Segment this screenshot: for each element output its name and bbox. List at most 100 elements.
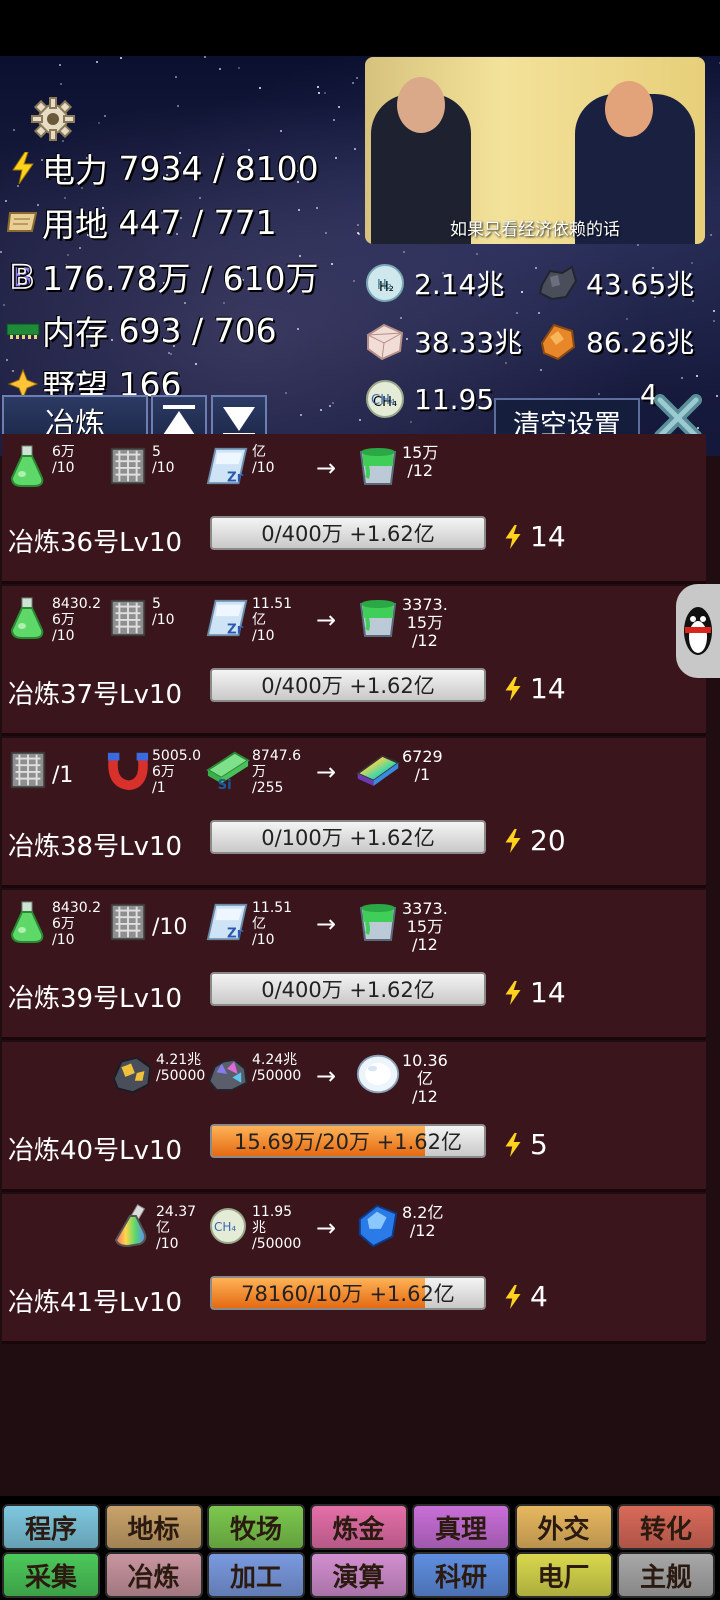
progress-text: 0/400万 +1.62亿 bbox=[261, 978, 435, 1002]
star-dot bbox=[353, 280, 356, 283]
star-dot bbox=[218, 67, 221, 70]
quantity-line: 3373. bbox=[402, 595, 448, 614]
hydrogen-icon: H₂ bbox=[364, 262, 406, 304]
quantity-line: 11.51 bbox=[252, 900, 293, 916]
ingredient-quantity: 4.24兆/50000 bbox=[252, 1052, 301, 1084]
star-dot bbox=[354, 147, 357, 150]
quantity-line: 亿 bbox=[252, 916, 266, 932]
output-quantity: 10.36 亿/12 bbox=[402, 1052, 448, 1106]
star-dot bbox=[636, 244, 639, 247]
smelter-card[interactable]: 24.37 亿/10 CH₄ 11.95 兆/50000 → 8.2亿/12 冶炼41号Lv1… bbox=[2, 1194, 706, 1344]
quantity-line: 亿 bbox=[252, 612, 266, 628]
ingredient-quantity: /1 bbox=[52, 764, 73, 788]
smelter-card[interactable]: 8430.2 6万/10/10 Zr 11.51 亿/10 → 3373. 15万/12 冶炼3… bbox=[2, 890, 706, 1040]
smelter-name: 冶炼36号Lv10 bbox=[8, 528, 183, 558]
power-cost: 4 bbox=[504, 1280, 548, 1313]
b-coin-icon: B bbox=[6, 259, 40, 293]
nav-button[interactable]: 转化 bbox=[617, 1504, 715, 1550]
smelter-card[interactable]: 6万/10 5/10 Zr 亿/10 → 15万/12 冶炼36号Lv10 0/400万 +1… bbox=[2, 434, 706, 584]
star-dot bbox=[695, 375, 698, 378]
quantity-line: 亿 bbox=[252, 444, 266, 460]
ingredient-quantity: 11.51 亿/10 bbox=[252, 596, 292, 644]
power-cost-value: 14 bbox=[530, 520, 566, 553]
star-dot bbox=[316, 206, 319, 209]
star-dot bbox=[59, 83, 62, 86]
land-label: 用地 bbox=[42, 205, 108, 244]
progress-bar: 0/400万 +1.62亿 bbox=[210, 668, 486, 702]
magnet-icon bbox=[106, 748, 150, 792]
power-cost: 5 bbox=[504, 1128, 548, 1161]
green-flask-icon bbox=[6, 444, 50, 488]
quantity-line: /1 bbox=[52, 763, 74, 788]
quantity-line: /10 bbox=[152, 612, 175, 628]
lightning-icon bbox=[6, 151, 40, 185]
quantity-line: /10 bbox=[252, 460, 275, 476]
smelter-card[interactable]: 8430.2 6万/10 5/10 Zr 11.51 亿/10 → 3373. 15万/12 冶炼… bbox=[2, 586, 706, 736]
star-dot bbox=[324, 231, 327, 234]
qq-penguin-floating-icon[interactable] bbox=[676, 584, 720, 678]
power-resource: 电力 7934 / 8100 bbox=[6, 144, 319, 192]
nav-button[interactable]: 主舰 bbox=[617, 1552, 715, 1598]
input-ingredient: Zr 亿/10 bbox=[206, 444, 275, 488]
quantity-line: 亿 bbox=[416, 1069, 433, 1088]
nav-button[interactable]: 加工 bbox=[207, 1552, 305, 1598]
blue-crystal-icon bbox=[356, 1204, 400, 1248]
quantity-line: /12 bbox=[412, 935, 438, 954]
progress-bar: 0/100万 +1.62亿 bbox=[210, 820, 486, 854]
green-flask-icon bbox=[6, 596, 50, 640]
star-dot bbox=[98, 121, 101, 124]
nav-button[interactable]: 牧场 bbox=[207, 1504, 305, 1550]
svg-text:Zr: Zr bbox=[227, 470, 244, 485]
ingredient-quantity: /10 bbox=[152, 916, 187, 940]
quantity-line: /10 bbox=[52, 628, 75, 644]
floating-video-player[interactable]: 如果只看经济依赖的话 bbox=[365, 57, 705, 244]
quantity-line: 15万 bbox=[402, 443, 439, 462]
lightning-icon bbox=[505, 676, 521, 701]
memory-icon bbox=[6, 313, 40, 347]
land-value: 447 / 771 bbox=[118, 202, 277, 242]
nav-button[interactable]: 电厂 bbox=[514, 1552, 613, 1598]
nav-button[interactable]: 程序 bbox=[2, 1504, 100, 1550]
nav-button[interactable]: 演算 bbox=[309, 1552, 408, 1598]
smelter-card[interactable]: /1 5005.0 6万/1 Si 8747.6 万/255 → 6729/1 冶炼38号Lv1… bbox=[2, 738, 706, 888]
ingredient-quantity: 亿/10 bbox=[252, 444, 275, 476]
nav-button[interactable]: 采集 bbox=[2, 1552, 100, 1598]
output-product: 8.2亿/12 bbox=[356, 1204, 443, 1248]
input-ingredient: 6万/10 bbox=[6, 444, 75, 488]
material-amber-gem: 86.26兆 bbox=[536, 320, 694, 362]
memory-resource: 内存 693 / 706 bbox=[6, 306, 277, 354]
nav-button[interactable]: 冶炼 bbox=[104, 1552, 203, 1598]
quantity-line: 15万 bbox=[406, 917, 444, 936]
quantity-line: 10.36 bbox=[402, 1051, 448, 1070]
nav-button[interactable]: 地标 bbox=[104, 1504, 203, 1550]
ore-value: 43.65兆 bbox=[586, 268, 695, 301]
nav-button[interactable]: 真理 bbox=[412, 1504, 510, 1550]
nav-button[interactable]: 炼金 bbox=[309, 1504, 408, 1550]
rainbow-ingot-icon bbox=[356, 748, 400, 792]
ingredient-quantity: 8747.6 万/255 bbox=[252, 748, 301, 796]
quantity-line: 3373. bbox=[402, 899, 448, 918]
quantity-line: /12 bbox=[412, 631, 438, 650]
smelter-name: 冶炼41号Lv10 bbox=[8, 1288, 183, 1318]
input-ingredient: 8430.2 6万/10 bbox=[6, 596, 101, 644]
arrow-right-icon: → bbox=[316, 606, 337, 634]
output-product: 6729/1 bbox=[356, 748, 443, 792]
progress-bar: 0/400万 +1.62亿 bbox=[210, 972, 486, 1006]
nav-button[interactable]: 科研 bbox=[412, 1552, 510, 1598]
crystal-ore-icon bbox=[206, 1052, 250, 1096]
star-dot bbox=[296, 328, 299, 331]
star-dot bbox=[681, 377, 684, 380]
star-dot bbox=[58, 64, 61, 67]
star-dot bbox=[13, 129, 16, 132]
smelter-list[interactable]: 6万/10 5/10 Zr 亿/10 → 15万/12 冶炼36号Lv10 0/400万 +1… bbox=[0, 434, 720, 1496]
zr-plate-icon: Zr bbox=[206, 900, 250, 944]
star-dot bbox=[96, 61, 99, 64]
methane-icon: CH₄ bbox=[206, 1204, 250, 1248]
green-bucket-icon bbox=[356, 596, 400, 640]
smelter-name: 冶炼40号Lv10 bbox=[8, 1136, 183, 1166]
chip-icon bbox=[6, 748, 50, 792]
settings-gear-icon[interactable] bbox=[30, 96, 76, 142]
star-dot bbox=[403, 250, 406, 253]
nav-button[interactable]: 外交 bbox=[514, 1504, 613, 1550]
smelter-card[interactable]: 4.21兆/50000 4.24兆/50000 → 10.36 亿/12 冶炼40号Lv1… bbox=[2, 1042, 706, 1192]
